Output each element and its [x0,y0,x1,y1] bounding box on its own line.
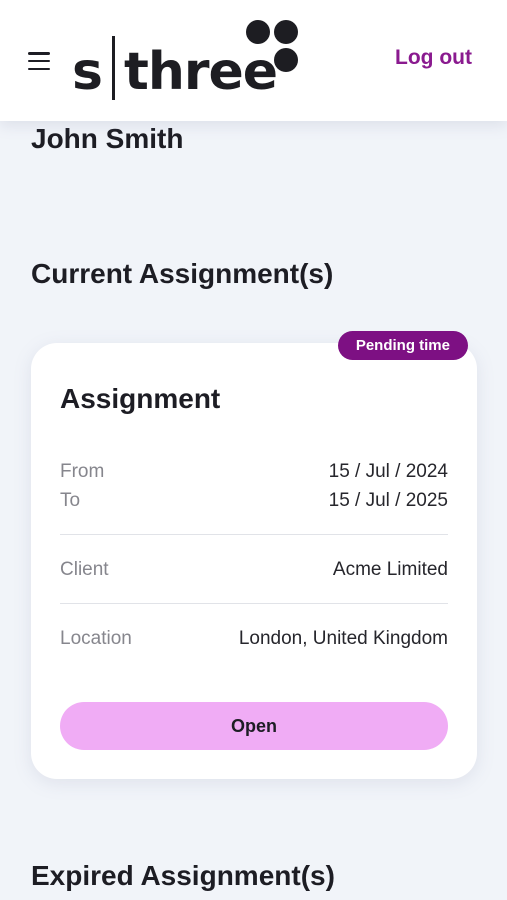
user-name: John Smith [31,123,184,154]
assignment-title: Assignment [60,383,221,414]
menu-line [28,59,50,63]
open-assignment-button[interactable]: Open [60,702,448,750]
expired-assignments-heading: Expired Assignment(s) [31,860,335,891]
location-row: Location London, United Kingdom [60,627,448,651]
menu-line [28,67,50,70]
app-header: s three Log out [0,0,507,121]
divider [60,603,448,604]
logo-text-s: s [72,42,103,102]
logo-divider-bar [112,36,115,100]
status-badge: Pending time [337,331,468,360]
location-value: London, United Kingdom [238,628,448,649]
logo-dots-icon [244,18,300,74]
divider [60,534,448,535]
menu-line [28,52,50,55]
sthree-logo[interactable]: s three [72,14,312,106]
from-row: From 15 / Jul / 2024 [60,460,448,484]
client-row: Client Acme Limited [60,558,448,582]
client-value: Acme Limited [332,559,448,580]
to-value: 15 / Jul / 2025 [328,490,448,511]
logout-link[interactable]: Log out [395,46,472,70]
to-label: To [60,490,81,511]
from-label: From [60,461,105,482]
hamburger-menu-icon[interactable] [26,49,54,73]
client-label: Client [60,559,109,580]
location-label: Location [60,628,132,649]
to-row: To 15 / Jul / 2025 [60,489,448,513]
assignment-card: Assignment From 15 / Jul / 2024 To 15 / … [31,343,477,779]
current-assignments-heading: Current Assignment(s) [31,258,334,289]
from-value: 15 / Jul / 2024 [328,461,448,482]
